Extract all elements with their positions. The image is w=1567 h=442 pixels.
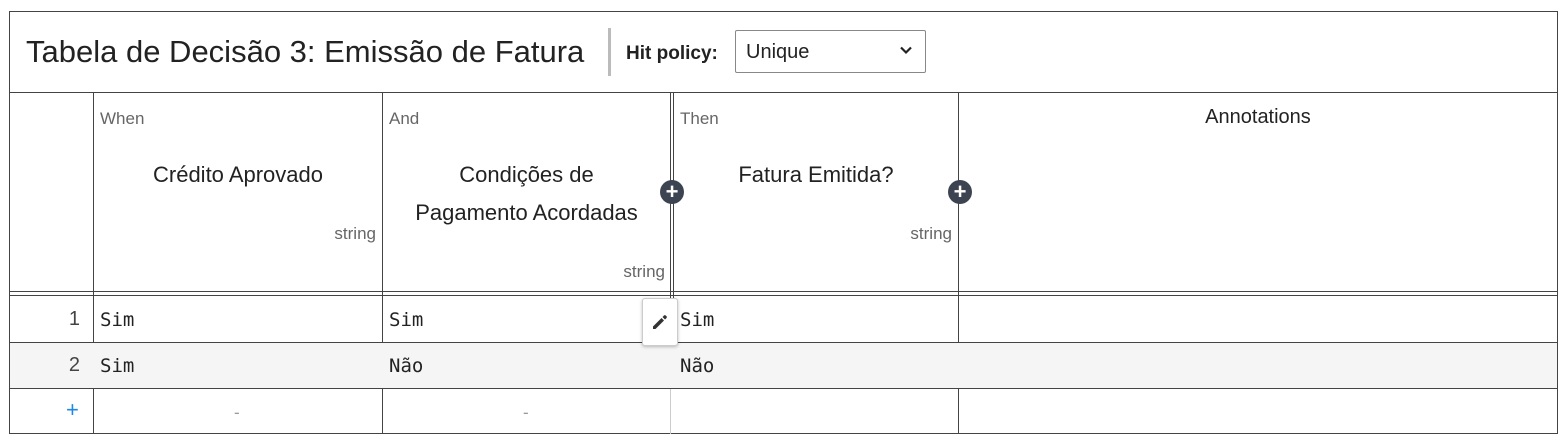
- row-background: [10, 343, 1557, 388]
- row-divider: [10, 388, 1557, 389]
- header-divider: [10, 291, 1557, 292]
- pencil-icon: [653, 315, 667, 329]
- input-column-condicoes-line2[interactable]: Pagamento Acordadas: [383, 194, 670, 232]
- annotations-header: Annotations: [1205, 106, 1311, 128]
- header-divider: [10, 295, 1557, 296]
- hit-policy-label: Hit policy:: [626, 43, 718, 64]
- rule-cell[interactable]: Sim: [100, 309, 134, 331]
- column-type-label[interactable]: string: [383, 262, 665, 282]
- input-column-condicoes[interactable]: Condições de: [383, 156, 670, 194]
- hit-policy-select[interactable]: Unique: [735, 30, 926, 73]
- empty-cell-dash: -: [523, 403, 529, 422]
- empty-cell-dash: -: [234, 403, 240, 422]
- input-column-credito[interactable]: Crédito Aprovado: [94, 156, 382, 194]
- output-column-fatura[interactable]: Fatura Emitida?: [674, 156, 958, 194]
- chevron-down-icon: [900, 46, 912, 55]
- edit-cell-button[interactable]: [642, 298, 678, 346]
- grid-line: [670, 389, 671, 434]
- table-title[interactable]: Tabela de Decisão 3: Emissão de Fatura: [26, 34, 584, 70]
- add-rule-button[interactable]: +: [66, 397, 79, 423]
- row-divider: [10, 342, 1557, 343]
- rule-cell[interactable]: Sim: [100, 355, 134, 377]
- table-title-bar: Tabela de Decisão 3: Emissão de Fatura H…: [10, 12, 1557, 93]
- column-kind-then: Then: [680, 109, 719, 128]
- rule-cell[interactable]: Não: [389, 355, 423, 377]
- decision-table: Tabela de Decisão 3: Emissão de Fatura H…: [9, 11, 1558, 434]
- add-output-column-icon[interactable]: +: [948, 180, 972, 204]
- add-input-column-icon[interactable]: +: [660, 180, 684, 204]
- row-number: 2: [68, 354, 80, 376]
- rule-cell[interactable]: Não: [680, 355, 714, 377]
- column-kind-when: When: [100, 109, 145, 128]
- column-kind-and: And: [389, 109, 420, 128]
- title-separator: [608, 28, 611, 76]
- hit-policy-value: Unique: [746, 41, 810, 63]
- column-type-label[interactable]: string: [674, 224, 952, 244]
- rule-cell[interactable]: Sim: [680, 309, 714, 331]
- row-number: 1: [68, 308, 80, 330]
- rule-cell[interactable]: Sim: [389, 309, 423, 331]
- column-type-label[interactable]: string: [94, 224, 376, 244]
